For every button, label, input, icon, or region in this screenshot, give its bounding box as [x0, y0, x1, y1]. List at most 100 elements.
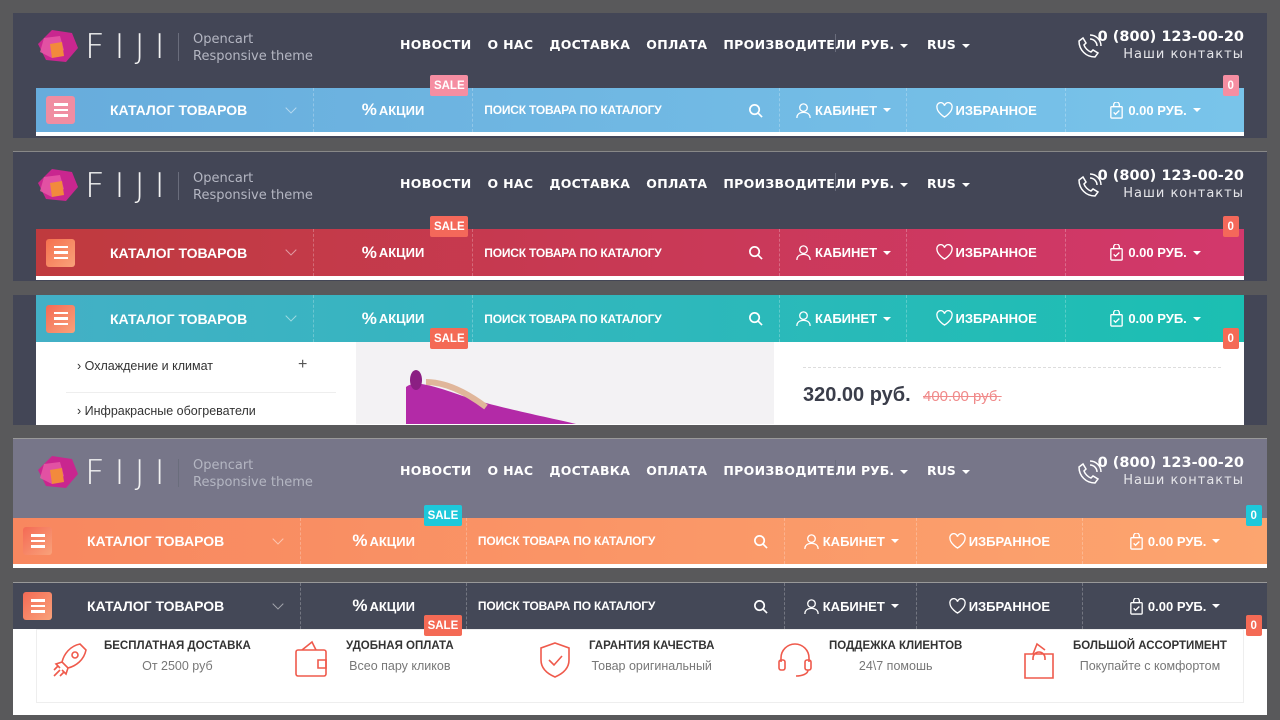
contacts-link[interactable]: Наши контакты	[1098, 47, 1244, 62]
caret-down-icon	[1192, 250, 1201, 255]
search-input[interactable]: ПОИСК ТОВАРА ПО КАТАЛОГУ	[473, 103, 779, 117]
promo-label: АКЦИИ	[369, 598, 415, 614]
cart-dropdown[interactable]: 0.00 РУБ. 0	[1083, 583, 1266, 636]
logo-icon[interactable]	[38, 169, 80, 203]
phone-block[interactable]: 0 (800) 123-00-20 Наши контакты	[1098, 455, 1244, 488]
search-icon[interactable]	[748, 103, 763, 118]
search-box[interactable]: ПОИСК ТОВАРА ПО КАТАЛОГУ	[467, 583, 786, 629]
catalog-menu[interactable]: КАТАЛОГ ТОВАРОВ	[36, 295, 314, 342]
nav-link[interactable]: ОПЛАТА	[646, 463, 707, 478]
cart-dropdown[interactable]: 0.00 РУБ. 0	[1066, 216, 1242, 276]
account-label: КАБИНЕТ	[822, 533, 885, 549]
cart-dropdown[interactable]: 0.00 РУБ. 0	[1083, 505, 1266, 564]
language-dropdown[interactable]: RUS	[927, 176, 970, 191]
phone-block[interactable]: 0 (800) 123-00-20 Наши контакты	[1098, 29, 1244, 62]
logo-text[interactable]: FIJI	[85, 453, 175, 493]
promo-link[interactable]: % АКЦИИ SALE	[314, 75, 474, 132]
wishlist-link[interactable]: ИЗБРАННОЕ	[907, 295, 1067, 342]
catalog-menu[interactable]: КАТАЛОГ ТОВАРОВ	[13, 518, 302, 564]
top-header: FIJI Opencart Responsive theme НОВОСТИ О НАС…	[13, 13, 1267, 85]
language-dropdown[interactable]: RUS	[927, 463, 970, 478]
nav-link[interactable]: НОВОСТИ	[400, 37, 472, 52]
wishlist-link[interactable]: ИЗБРАННОЕ	[917, 518, 1083, 564]
cart-dropdown[interactable]: 0.00 РУБ. 0	[1066, 75, 1242, 132]
category-item[interactable]: › Инфракрасные обогреватели	[77, 404, 256, 418]
promo-link[interactable]: % АКЦИИ SALE	[301, 505, 467, 564]
nav-link[interactable]: ПРОИЗВОДИТЕЛИ	[723, 176, 856, 191]
promo-link[interactable]: % АКЦИИ SALE	[314, 216, 474, 276]
nav-link[interactable]: ПРОИЗВОДИТЕЛИ	[723, 463, 856, 478]
search-icon[interactable]	[748, 311, 763, 326]
logo-text[interactable]: FIJI	[85, 27, 175, 67]
catalog-menu[interactable]: КАТАЛОГ ТОВАРОВ	[36, 88, 314, 132]
nav-link[interactable]: ДОСТАВКА	[549, 463, 630, 478]
phone-number[interactable]: 0 (800) 123-00-20	[1098, 29, 1244, 45]
plus-icon[interactable]: +	[298, 356, 307, 374]
category-item[interactable]: › Охлаждение и климат	[77, 359, 213, 373]
search-input[interactable]: ПОИСК ТОВАРА ПО КАТАЛОГУ	[467, 534, 785, 548]
hamburger-icon[interactable]	[23, 592, 52, 620]
promo-link[interactable]: % АКЦИИ SALE	[314, 295, 474, 349]
percent-icon: %	[361, 308, 377, 328]
hamburger-icon[interactable]	[46, 304, 75, 333]
user-icon	[795, 244, 812, 261]
wishlist-link[interactable]: ИЗБРАННОЕ	[907, 229, 1067, 276]
promo-link[interactable]: % АКЦИИ SALE	[301, 583, 467, 636]
search-box[interactable]: ПОИСК ТОВАРА ПО КАТАЛОГУ	[467, 518, 786, 564]
wishlist-link[interactable]: ИЗБРАННОЕ	[917, 583, 1083, 629]
hamburger-icon[interactable]	[46, 238, 75, 267]
contacts-link[interactable]: Наши контакты	[1098, 473, 1244, 488]
nav-link[interactable]: ДОСТАВКА	[549, 176, 630, 191]
search-icon[interactable]	[748, 245, 763, 260]
search-box[interactable]: ПОИСК ТОВАРА ПО КАТАЛОГУ	[473, 295, 781, 342]
search-icon[interactable]	[753, 599, 769, 614]
nav-link[interactable]: ОПЛАТА	[646, 37, 707, 52]
contacts-link[interactable]: Наши контакты	[1098, 186, 1244, 201]
phone-number[interactable]: 0 (800) 123-00-20	[1098, 455, 1244, 471]
nav-link[interactable]: ПРОИЗВОДИТЕЛИ	[723, 37, 856, 52]
caret-down-icon	[900, 469, 909, 474]
currency-dropdown[interactable]: РУБ.	[861, 463, 909, 478]
language-label: RUS	[927, 463, 956, 478]
catalog-menu[interactable]: КАТАЛОГ ТОВАРОВ	[13, 583, 302, 629]
shopping-bag-icon	[1019, 640, 1073, 685]
search-input[interactable]: ПОИСК ТОВАРА ПО КАТАЛОГУ	[467, 599, 785, 613]
account-dropdown[interactable]: КАБИНЕТ	[780, 88, 907, 132]
logo-icon[interactable]	[38, 456, 80, 490]
feature-item: БОЛЬШОЙ АССОРТИМЕНТ Покупайте с комфортом	[1019, 640, 1227, 685]
hamburger-icon[interactable]	[46, 96, 75, 124]
nav-link[interactable]: О НАС	[488, 37, 534, 52]
nav-link[interactable]: НОВОСТИ	[400, 176, 472, 191]
feature-item: БЕСПЛАТНАЯ ДОСТАВКА От 2500 руб	[50, 640, 251, 685]
account-dropdown[interactable]: КАБИНЕТ	[780, 295, 907, 342]
currency-dropdown[interactable]: РУБ.	[861, 176, 909, 191]
account-dropdown[interactable]: КАБИНЕТ	[780, 229, 907, 276]
cart-count-badge: 0	[1222, 216, 1239, 237]
product-image[interactable]	[356, 342, 774, 424]
logo-icon[interactable]	[38, 30, 80, 64]
phone-number[interactable]: 0 (800) 123-00-20	[1098, 168, 1244, 184]
nav-bar-teal: КАТАЛОГ ТОВАРОВ% АКЦИИ SALE ПОИСК ТОВАРА ПО…	[36, 295, 1244, 349]
search-input[interactable]: ПОИСК ТОВАРА ПО КАТАЛОГУ	[473, 246, 779, 260]
hamburger-icon[interactable]	[23, 527, 52, 555]
cart-dropdown[interactable]: 0.00 РУБ. 0	[1066, 295, 1242, 349]
search-box[interactable]: ПОИСК ТОВАРА ПО КАТАЛОГУ	[473, 88, 781, 132]
nav-link[interactable]: НОВОСТИ	[400, 463, 472, 478]
account-dropdown[interactable]: КАБИНЕТ	[785, 583, 918, 629]
wishlist-link[interactable]: ИЗБРАННОЕ	[907, 88, 1067, 132]
nav-link[interactable]: О НАС	[488, 463, 534, 478]
caret-down-icon	[883, 316, 892, 321]
search-box[interactable]: ПОИСК ТОВАРА ПО КАТАЛОГУ	[473, 229, 781, 276]
currency-dropdown[interactable]: РУБ.	[861, 37, 909, 52]
search-input[interactable]: ПОИСК ТОВАРА ПО КАТАЛОГУ	[473, 312, 779, 326]
language-dropdown[interactable]: RUS	[927, 37, 970, 52]
logo-text[interactable]: FIJI	[85, 166, 175, 206]
phone-block[interactable]: 0 (800) 123-00-20 Наши контакты	[1098, 168, 1244, 201]
main-nav: НОВОСТИ О НАС ДОСТАВКА ОПЛАТА ПРОИЗВОДИТЕЛИ	[400, 463, 857, 478]
search-icon[interactable]	[753, 534, 769, 549]
account-dropdown[interactable]: КАБИНЕТ	[785, 518, 918, 564]
nav-link[interactable]: О НАС	[488, 176, 534, 191]
catalog-menu[interactable]: КАТАЛОГ ТОВАРОВ	[36, 229, 314, 276]
nav-link[interactable]: ОПЛАТА	[646, 176, 707, 191]
nav-link[interactable]: ДОСТАВКА	[549, 37, 630, 52]
